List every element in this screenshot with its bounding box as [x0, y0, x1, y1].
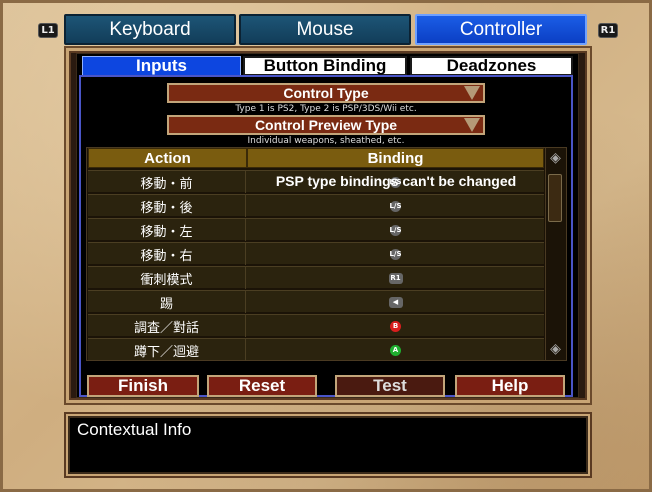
finish-button[interactable]: Finish — [87, 375, 199, 397]
tab-keyboard[interactable]: Keyboard — [64, 14, 236, 45]
table-row[interactable]: 移動・左 L/S — [88, 218, 544, 241]
action-cell: 移動・右 — [88, 243, 246, 265]
control-preview-type-label: Control Preview Type — [254, 117, 398, 133]
b-button-icon: B — [390, 320, 401, 332]
action-cell: 踢 — [88, 291, 246, 313]
action-cell: 移動・左 — [88, 219, 246, 241]
control-preview-type-dropdown[interactable]: Control Preview Type — [167, 115, 485, 135]
r1-shoulder-icon: R1 — [598, 23, 618, 38]
left-stick-icon: L/S — [389, 248, 402, 260]
binding-cell: ◀ — [247, 291, 544, 313]
table-row[interactable]: 踢 ◀ — [88, 290, 544, 313]
scroll-down-icon[interactable]: ◈ — [546, 340, 565, 358]
table-row[interactable]: 移動・右 L/S — [88, 242, 544, 265]
control-type-hint: Type 1 is PS2, Type 2 is PSP/3DS/Wii etc… — [235, 104, 417, 114]
column-header-action: Action — [88, 148, 247, 168]
dropdown-arrow-icon — [464, 118, 480, 132]
action-cell: 衝刺模式 — [88, 267, 246, 289]
control-type-dropdown[interactable]: Control Type — [167, 83, 485, 103]
tab-inputs[interactable]: Inputs — [82, 56, 241, 76]
tab-mouse[interactable]: Mouse — [239, 14, 411, 45]
table-row[interactable]: 移動・前 L/S — [88, 170, 544, 193]
contextual-info-title: Contextual Info — [77, 420, 192, 439]
scrollbar-thumb[interactable] — [548, 174, 562, 222]
r1-button-icon: R1 — [388, 272, 403, 284]
scroll-up-icon[interactable]: ◈ — [546, 149, 565, 167]
control-type-label: Control Type — [283, 85, 369, 101]
control-preview-type-hint: Individual weapons, sheathed, etc. — [247, 136, 405, 146]
test-button[interactable]: Test — [335, 375, 445, 397]
reset-button[interactable]: Reset — [207, 375, 317, 397]
l1-shoulder-icon: L1 — [38, 23, 58, 38]
action-cell: 蹲下／迴避 — [88, 339, 246, 361]
binding-cell: L/S — [247, 171, 544, 193]
dpad-left-icon: ◀ — [388, 296, 403, 308]
table-row[interactable]: 移動・後 L/S — [88, 194, 544, 217]
table-row[interactable]: 衝刺模式 R1 — [88, 266, 544, 289]
dropdown-arrow-icon — [464, 86, 480, 100]
tab-deadzones[interactable]: Deadzones — [410, 56, 573, 76]
left-stick-icon: L/S — [389, 176, 402, 188]
action-cell: 調査／對話 — [88, 315, 246, 337]
table-row[interactable]: 蹲下／迴避 A — [88, 338, 544, 361]
a-button-icon: A — [390, 344, 401, 356]
left-stick-icon: L/S — [389, 224, 402, 236]
help-button[interactable]: Help — [455, 375, 565, 397]
binding-cell: A — [247, 339, 544, 361]
tab-controller[interactable]: Controller — [415, 14, 587, 45]
left-stick-icon: L/S — [389, 200, 402, 212]
action-cell: 移動・前 — [88, 171, 246, 193]
binding-cell: L/S — [247, 195, 544, 217]
tab-button-binding[interactable]: Button Binding — [243, 56, 407, 76]
binding-cell: B — [247, 315, 544, 337]
column-header-binding: Binding — [247, 148, 544, 168]
action-cell: 移動・後 — [88, 195, 246, 217]
binding-cell: R1 — [247, 267, 544, 289]
table-row[interactable]: 調査／對話 B — [88, 314, 544, 337]
binding-cell: L/S — [247, 219, 544, 241]
binding-cell: L/S — [247, 243, 544, 265]
